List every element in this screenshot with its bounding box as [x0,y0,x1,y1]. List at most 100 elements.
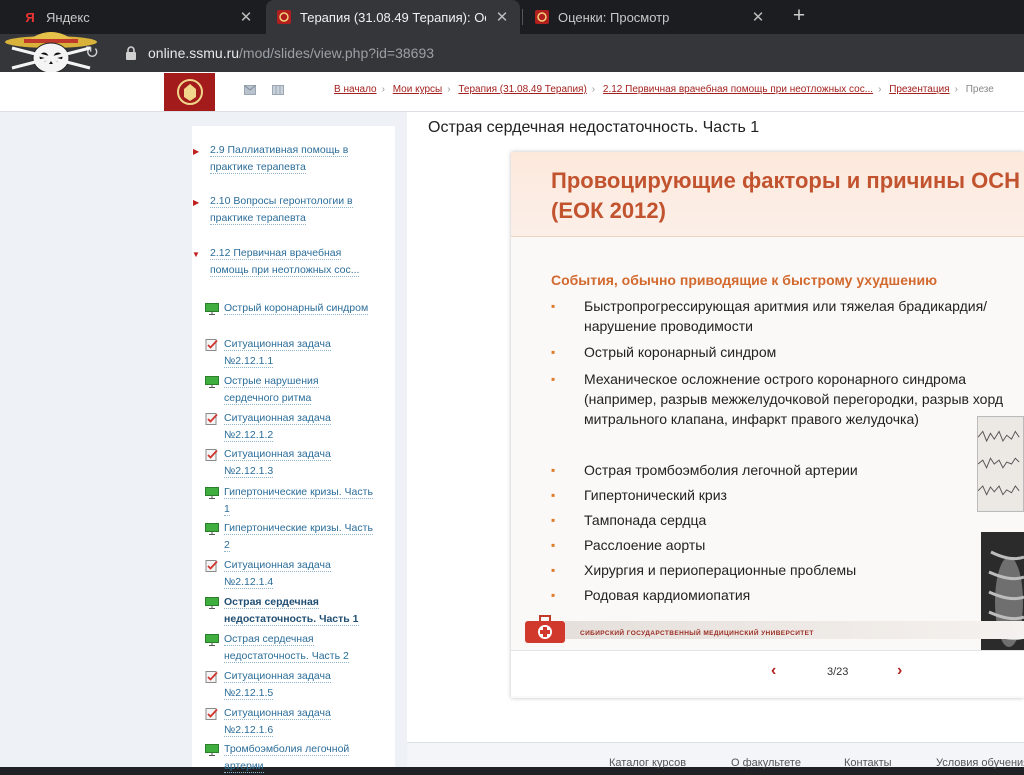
slide-bullet-text: Родовая кардиомиопатия [584,587,751,603]
slide-bullet-text: Хирургия и периоперационные проблемы [584,562,857,578]
sidebar-activity-item[interactable]: Тромбоэмболия легочной артерии [224,741,374,775]
breadcrumb-section[interactable]: 2.12 Первичная врачебная помощь при неот… [603,84,873,95]
footer-link-catalog[interactable]: Каталог курсов [609,757,686,769]
footer-link-contacts[interactable]: Контакты [844,757,892,769]
quiz-icon [205,708,218,720]
bullet-marker-icon: ▪ [551,372,556,386]
tab-divider [522,9,523,25]
tab-title: Оценки: Просмотр [558,9,670,25]
url-host: online.ssmu.ru [148,45,240,61]
presentation-icon [205,597,219,609]
university-name: СИБИРСКИЙ ГОСУДАРСТВЕННЫЙ МЕДИЦИНСКИЙ УН… [580,630,814,637]
sidebar-activity-item[interactable]: Ситуационная задача №2.12.1.2 [224,410,374,444]
xray-image [981,532,1024,662]
presentation-icon [205,744,219,756]
close-tab-icon[interactable]: ✕ [494,8,510,26]
sidebar-activity-item[interactable]: Ситуационная задача №2.12.1.1 [224,336,374,370]
tab-grades[interactable]: Оценки: Просмотр ✕ [524,0,776,34]
sidebar-activity-item[interactable]: Ситуационная задача №2.12.1.4 [224,557,374,591]
sidebar-activity-label: Ситуационная задача №2.12.1.4 [224,559,331,589]
bullet-marker-icon: ▪ [551,345,556,359]
sidebar-activity-label: Ситуационная задача №2.12.1.3 [224,448,331,478]
presentation-icon [205,303,219,315]
sidebar-activity-label: Ситуационная задача №2.12.1.2 [224,412,331,442]
site-header: В начало › Мои курсы › Терапия (31.08.49 Т… [0,72,1024,112]
sidebar-activity-item[interactable]: Ситуационная задача №2.12.1.5 [224,668,374,702]
bullet-marker-icon: ▪ [551,563,556,577]
previous-slide-button[interactable]: ‹ [771,662,776,680]
breadcrumb-my-courses[interactable]: Мои курсы [393,84,443,95]
quiz-icon [205,449,218,461]
crest-favicon-icon [276,9,292,25]
sidebar-activity-item[interactable]: Острые нарушения сердечного ритма [224,373,374,407]
close-tab-icon[interactable]: ✕ [750,8,766,26]
breadcrumb-presentation[interactable]: Презентация [889,84,949,95]
presentation-icon [205,634,219,646]
slide-bullet-text: Расслоение аорты [584,537,706,553]
calendar-icon[interactable] [272,85,284,95]
footer-link-faculty[interactable]: О факультете [731,757,801,769]
sidebar-section-label: 2.12 Первичная врачебная помощь при неот… [210,247,360,277]
sidebar-section-emergency[interactable]: 2.12 Первичная врачебная помощь при неот… [210,245,360,279]
presentation-icon [205,487,219,499]
sidebar-section-gerontology[interactable]: 2.10 Вопросы геронтологии в практике тер… [210,193,375,227]
sidebar-activity-item[interactable]: Острая сердечная недостаточность. Часть … [224,594,374,628]
breadcrumb-home[interactable]: В начало [334,84,377,95]
sidebar-activity-label: Острая сердечная недостаточность. Часть … [224,633,349,663]
collapsed-arrow-icon[interactable]: ▶ [193,198,199,207]
lock-icon [126,46,136,60]
sidebar-activity-item[interactable]: Острый коронарный синдром [224,300,374,317]
sidebar-activity-label: Ситуационная задача №2.12.1.5 [224,670,331,700]
university-logo[interactable] [164,73,215,111]
slide-pager [511,650,1024,696]
sidebar-activity-label: Тромбоэмболия легочной артерии [224,743,350,773]
sidebar-activity-item[interactable]: Гипертонические кризы. Часть 1 [224,484,374,518]
slide-bullet-text: Острая тромбоэмболия легочной артерии [584,462,858,478]
expanded-arrow-icon[interactable]: ▼ [192,250,200,259]
breadcrumb-course[interactable]: Терапия (31.08.49 Терапия) [458,84,586,95]
crest-favicon-icon [534,9,550,25]
quiz-icon [205,339,218,351]
close-tab-icon[interactable]: ✕ [238,8,254,26]
tab-title: Терапия (31.08.49 Терапия): Ост [300,9,486,25]
footer-link-terms[interactable]: Условия обучения [936,757,1024,769]
slide-bullet-text: Быстропрогрессирующая аритмия или тяжела… [584,298,988,334]
site-footer [407,742,1024,767]
presentation-icon [205,523,219,535]
sidebar-section-palliative[interactable]: 2.9 Паллиативная помощь в практике терап… [210,142,375,176]
slide-subtitle: События, обычно приводящие к быстрому ух… [551,272,938,288]
bullet-marker-icon: ▪ [551,538,556,552]
sidebar-activity-label: Острые нарушения сердечного ритма [224,375,319,405]
quiz-icon [205,671,218,683]
slide-bullet-text: Гипертонический криз [584,487,727,503]
yandex-favicon-icon: Я [25,9,35,25]
collapsed-arrow-icon[interactable]: ▶ [193,147,199,156]
tab-title: Яндекс [46,9,90,25]
page-title: Острая сердечная недостаточность. Часть … [428,119,760,136]
next-slide-button[interactable]: › [897,662,902,680]
crest-icon [176,79,203,105]
mail-icon[interactable] [244,85,256,95]
slide-title: Провоцирующие факторы и причины ОСН (ЕОК… [551,168,1021,223]
browser-tab-strip: Я Яндекс ✕ Терапия (31.08.49 Терапия): О… [0,0,1024,34]
sidebar-activity-label: Гипертонические кризы. Часть 1 [224,486,373,516]
slide-position: 3/23 [827,666,849,678]
slide-bullet-text: Острый коронарный синдром [584,344,777,360]
sidebar-activity-item[interactable]: Острая сердечная недостаточность. Часть … [224,631,374,665]
new-tab-plus-icon[interactable]: + [787,4,811,28]
quiz-icon [205,560,218,572]
address-bar: ← ↻ online.ssmu.ru/mod/slides/view.php?i… [0,34,1024,72]
tab-therapy[interactable]: Терапия (31.08.49 Терапия): Ост ✕ [266,0,520,34]
sidebar-activity-label: Острый коронарный синдром [224,302,369,315]
quiz-icon [205,413,218,425]
sidebar-section-label: 2.9 Паллиативная помощь в практике терап… [210,144,349,174]
slide-bullet-text: Механическое осложнение острого коронарн… [584,371,1004,427]
sidebar-activity-item[interactable]: Ситуационная задача №2.12.1.3 [224,446,374,480]
bullet-marker-icon: ▪ [551,488,556,502]
ecg-image [977,416,1024,512]
slide-bullet-text: Тампонада сердца [584,512,707,528]
url-path: /mod/slides/view.php?id=38693 [239,45,435,61]
url-field[interactable]: online.ssmu.ru/mod/slides/view.php?id=38… [148,45,434,61]
sidebar-activity-item[interactable]: Гипертонические кризы. Часть 2 [224,520,374,554]
sidebar-activity-item[interactable]: Ситуационная задача №2.12.1.6 [224,705,374,739]
